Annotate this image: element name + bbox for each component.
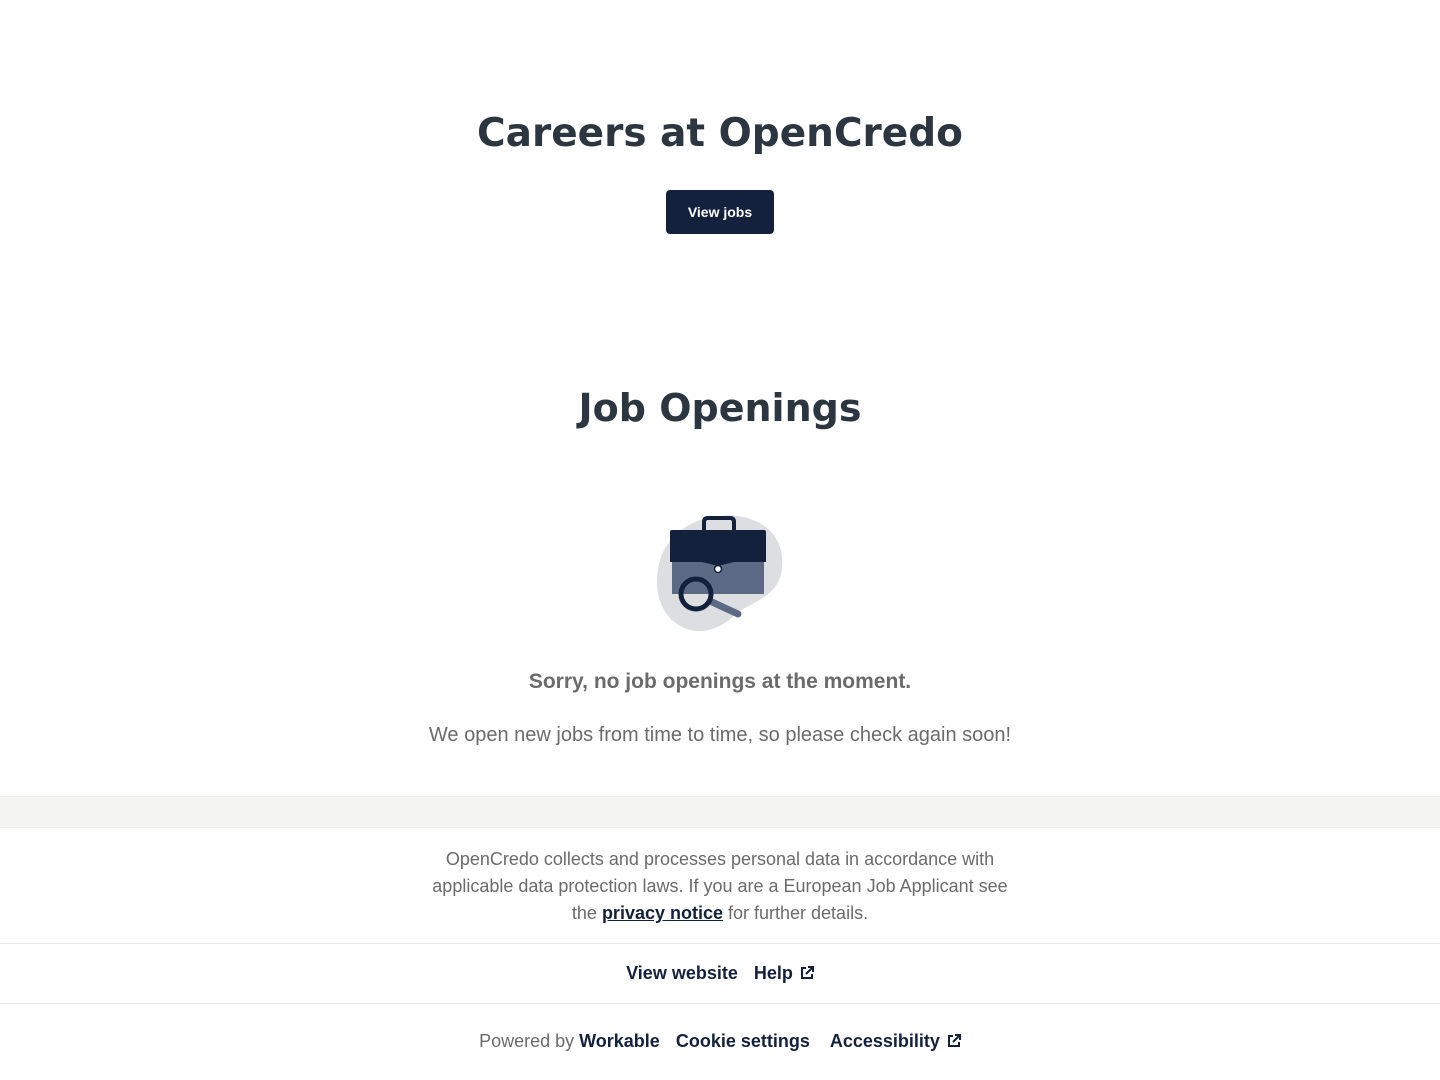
briefcase-search-icon: [650, 510, 790, 640]
footer-links: View website Help: [0, 960, 1440, 986]
footer-divider: [0, 943, 1440, 944]
accessibility-link[interactable]: Accessibility: [830, 1028, 961, 1054]
footer-bottom: Powered by Workable Cookie settings Acce…: [0, 1028, 1440, 1054]
footer-divider-bottom: [0, 1003, 1440, 1004]
external-link-icon: [947, 1034, 961, 1047]
job-openings-title: Job Openings: [578, 386, 862, 430]
help-label: Help: [753, 963, 793, 983]
page-title: Careers at OpenCredo: [477, 111, 963, 156]
workable-link[interactable]: Workable: [579, 1028, 660, 1054]
help-link[interactable]: Help: [754, 960, 814, 986]
empty-state-heading: Sorry, no job openings at the moment.: [528, 670, 912, 693]
privacy-text-after: for further details.: [723, 903, 869, 923]
careers-page: Careers at OpenCredo View jobs Job Openi…: [0, 0, 1440, 1080]
privacy-statement: OpenCredo collects and processes persona…: [420, 846, 1020, 927]
view-website-link[interactable]: View website: [626, 960, 738, 986]
external-link-icon: [800, 966, 814, 979]
accessibility-label: Accessibility: [829, 1031, 940, 1051]
section-divider: [0, 796, 1440, 828]
cookie-settings-link[interactable]: Cookie settings: [676, 1028, 810, 1054]
powered-by-text: Powered by: [479, 1031, 580, 1051]
privacy-notice-link[interactable]: privacy notice: [602, 903, 723, 923]
view-jobs-button[interactable]: View jobs: [666, 190, 774, 234]
empty-state-message: We open new jobs from time to time, so p…: [428, 724, 1012, 746]
